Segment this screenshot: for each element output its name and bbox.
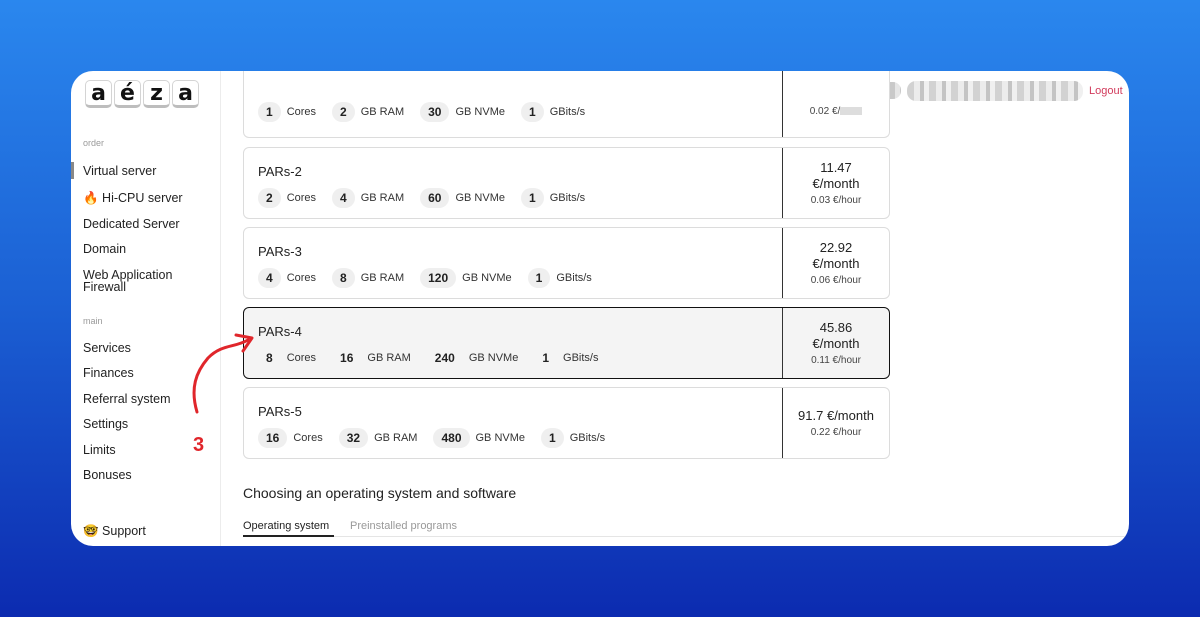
plan-specs: 8 Cores 16 GB RAM 240 GB NVMe 1 GBits/s — [258, 348, 614, 368]
price-hour: 0.06 €/hour — [810, 275, 862, 286]
disk-value: 120 — [420, 268, 457, 288]
ram-value: 8 — [332, 268, 355, 288]
tab-active-underline — [243, 535, 334, 537]
os-section-title: Choosing an operating system and softwar… — [243, 485, 517, 501]
price-box: 91.7 €/month 0.22 €/hour — [782, 388, 889, 458]
plan-name: PARs-2 — [258, 164, 302, 179]
logout-link[interactable]: Logout — [1089, 85, 1123, 97]
price-hour: 0.22 €/hour — [810, 427, 862, 438]
cores-unit: Cores — [286, 352, 317, 364]
plan-specs: 1 Cores 2 GB RAM 30 GB NVMe 1 GBits/s — [258, 102, 601, 122]
annotation-number: 3 — [193, 434, 205, 456]
ram-unit: GB RAM — [360, 192, 405, 204]
aeza-logo[interactable]: a é z a — [85, 80, 199, 108]
price-box: 11.47 €/month 0.03 €/hour — [782, 148, 889, 218]
net-value: 1 — [527, 268, 551, 288]
ram-unit: GB RAM — [360, 106, 405, 118]
price-month: 45.86 €/month — [812, 320, 860, 351]
price-hour: 0.02 €/ — [810, 106, 863, 117]
disk-unit: GB NVMe — [468, 352, 519, 364]
sidebar-item-virtual-server[interactable]: Virtual server — [83, 165, 213, 178]
sidebar-item-dedicated-server[interactable]: Dedicated Server — [83, 218, 213, 231]
cores-unit: Cores — [286, 192, 317, 204]
sidebar-item-settings[interactable]: Settings — [83, 418, 213, 431]
sidebar-item-bonuses[interactable]: Bonuses — [83, 469, 213, 482]
plan-specs: 4 Cores 8 GB RAM 120 GB NVMe 1 GBits/s — [258, 268, 608, 288]
net-value: 1 — [521, 102, 544, 122]
plan-specs: 2 Cores 4 GB RAM 60 GB NVMe 1 GBits/s — [258, 188, 601, 208]
ram-value: 16 — [340, 351, 354, 365]
sidebar-item-services[interactable]: Services — [83, 342, 213, 355]
tab-divider — [243, 536, 1129, 537]
net-value: 1 — [542, 351, 550, 365]
logo-key: z — [143, 80, 170, 108]
plan-card-pars-5[interactable]: PARs-5 16 Cores 32 GB RAM 480 GB NVMe 1 GBit… — [243, 387, 890, 459]
sidebar-item-support[interactable]: 🤓 Support — [83, 525, 213, 538]
ram-unit: GB RAM — [367, 352, 411, 364]
price-hour: 0.11 €/hour — [811, 355, 861, 366]
price-month: 22.92 €/month — [812, 240, 860, 271]
net-unit: GBits/s — [549, 192, 586, 204]
ram-unit: GB RAM — [374, 432, 418, 444]
active-indicator — [71, 162, 74, 179]
ram-value: 32 — [338, 428, 369, 448]
disk-value: 60 — [420, 188, 450, 208]
tab-operating-system[interactable]: Operating system — [243, 520, 329, 532]
plan-card-1[interactable]: 1 Cores 2 GB RAM 30 GB NVMe 1 GBits/s 0.02 €… — [243, 71, 890, 138]
logo-key: a — [172, 80, 199, 108]
plan-card-pars-3[interactable]: PARs-3 4 Cores 8 GB RAM 120 GB NVMe 1 GBits/… — [243, 227, 890, 299]
net-unit: GBits/s — [556, 272, 592, 284]
disk-value: 30 — [420, 102, 450, 122]
plan-card-pars-2[interactable]: PARs-2 2 Cores 4 GB RAM 60 GB NVMe 1 GBits/s… — [243, 147, 890, 219]
disk-value: 240 — [434, 351, 455, 365]
plan-specs: 16 Cores 32 GB RAM 480 GB NVMe 1 GBits/s — [258, 428, 621, 448]
account-email-blurred[interactable] — [907, 81, 1083, 101]
net-unit: GBits/s — [569, 432, 606, 444]
plan-name: PARs-3 — [258, 244, 302, 259]
net-unit: GBits/s — [563, 352, 599, 364]
cores-value: 16 — [258, 428, 288, 448]
sidebar: a é z a order Virtual server 🔥 Hi-CPU se… — [71, 71, 221, 546]
cores-value: 4 — [258, 268, 281, 288]
tab-preinstalled-programs[interactable]: Preinstalled programs — [350, 520, 457, 532]
disk-unit: GB NVMe — [455, 192, 505, 204]
ram-unit: GB RAM — [360, 272, 405, 284]
net-value: 1 — [521, 188, 544, 208]
cores-unit: Cores — [293, 432, 323, 444]
net-value: 1 — [541, 428, 564, 448]
disk-unit: GB NVMe — [462, 272, 512, 284]
cores-unit: Cores — [286, 106, 317, 118]
price-box: 0.02 €/ — [782, 71, 889, 137]
cores-value: 2 — [258, 188, 281, 208]
ram-value: 2 — [332, 102, 355, 122]
plan-name: PARs-4 — [258, 324, 302, 339]
plan-name: PARs-5 — [258, 404, 302, 419]
disk-unit: GB NVMe — [475, 432, 526, 444]
ram-value: 4 — [332, 188, 355, 208]
sidebar-item-waf[interactable]: Web Application Firewall — [83, 269, 188, 294]
plan-card-pars-4[interactable]: PARs-4 8 Cores 16 GB RAM 240 GB NVMe 1 GBits… — [243, 307, 890, 379]
price-month: 91.7 €/month — [798, 408, 874, 423]
section-label-order: order — [83, 138, 105, 148]
sidebar-item-hi-cpu-server[interactable]: 🔥 Hi-CPU server — [83, 192, 213, 205]
sidebar-item-referral-system[interactable]: Referral system — [83, 393, 213, 406]
sidebar-item-domain[interactable]: Domain — [83, 243, 213, 256]
price-hour: 0.03 €/hour — [810, 195, 862, 206]
price-month: 11.47 €/month — [812, 160, 860, 191]
logo-key: a — [85, 80, 112, 108]
cores-unit: Cores — [286, 272, 317, 284]
app-window: a é z a order Virtual server 🔥 Hi-CPU se… — [71, 71, 1129, 546]
disk-unit: GB NVMe — [455, 106, 505, 118]
price-box: 22.92 €/month 0.06 €/hour — [782, 228, 889, 298]
disk-value: 480 — [433, 428, 470, 448]
price-box: 45.86 €/month 0.11 €/hour — [782, 308, 889, 378]
sidebar-item-finances[interactable]: Finances — [83, 367, 213, 380]
cores-value: 1 — [258, 102, 281, 122]
logo-key: é — [114, 80, 141, 108]
cores-value: 8 — [266, 351, 273, 365]
section-label-main: main — [83, 316, 103, 326]
net-unit: GBits/s — [549, 106, 586, 118]
